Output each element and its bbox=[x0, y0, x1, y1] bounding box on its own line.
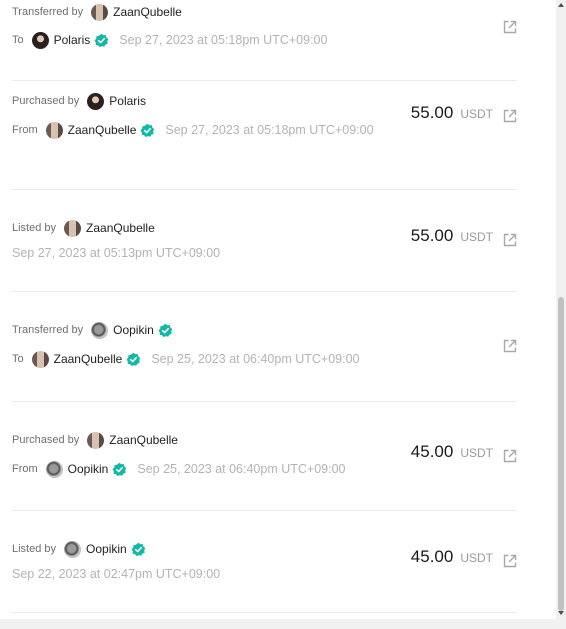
verified-badge-icon bbox=[140, 123, 155, 137]
user-name-link[interactable]: ZaanQubelle bbox=[113, 5, 182, 19]
price-currency: USDT bbox=[460, 230, 493, 244]
verified-badge-icon bbox=[94, 33, 109, 47]
price-currency: USDT bbox=[460, 107, 493, 121]
activity-actor-line: Purchased by ZaanQubelle bbox=[12, 431, 178, 449]
activity-counterparty-line: To Polaris Sep 27, 2023 at 05:18pm UTC+09:… bbox=[12, 31, 328, 49]
activity-type-label: Listed by bbox=[12, 222, 57, 234]
activity-type-label: Transferred by bbox=[12, 324, 84, 336]
avatar[interactable] bbox=[91, 3, 109, 21]
activity-date-line: Sep 27, 2023 at 05:13pm UTC+09:00 bbox=[12, 245, 220, 261]
user-name-link[interactable]: Polaris bbox=[54, 33, 91, 47]
activity-row: Transferred by ZaanQubelle To Polaris Sep 27… bbox=[12, 0, 517, 81]
user-name-link[interactable]: Oopikin bbox=[113, 323, 154, 337]
activity-type-label: Purchased by bbox=[12, 434, 80, 446]
activity-timestamp: Sep 27, 2023 at 05:13pm UTC+09:00 bbox=[12, 246, 221, 260]
avatar[interactable] bbox=[87, 431, 105, 449]
verified-badge-icon bbox=[112, 462, 127, 476]
counterparty-label: From bbox=[12, 463, 38, 475]
scrollbar-thumb[interactable] bbox=[558, 297, 564, 611]
activity-timestamp: Sep 27, 2023 at 05:18pm UTC+09:00 bbox=[165, 123, 374, 137]
avatar[interactable] bbox=[64, 540, 82, 558]
external-link-icon[interactable] bbox=[503, 20, 517, 34]
avatar[interactable] bbox=[31, 31, 49, 49]
price-display: 45.00 USDT bbox=[411, 442, 493, 462]
activity-actor-line: Listed by ZaanQubelle bbox=[12, 219, 155, 237]
price-display: 45.00 USDT bbox=[411, 547, 493, 567]
verified-badge-icon bbox=[131, 542, 145, 556]
activity-actor-line: Purchased by Polaris bbox=[12, 92, 146, 110]
activity-date-line: Sep 22, 2023 at 02:47pm UTC+09:00 bbox=[12, 566, 220, 582]
price-amount: 45.00 bbox=[410, 547, 454, 566]
activity-timestamp: Sep 22, 2023 at 02:47pm UTC+09:00 bbox=[12, 567, 221, 581]
user-name-link[interactable]: ZaanQubelle bbox=[54, 352, 123, 366]
price-currency: USDT bbox=[460, 446, 493, 460]
activity-counterparty-line: From Oopikin Sep 25, 2023 at 06:40pm UTC+0… bbox=[12, 460, 346, 478]
avatar[interactable] bbox=[64, 219, 82, 237]
activity-row: Listed by ZaanQubelle Sep 27, 2023 at 05:1… bbox=[12, 190, 517, 292]
avatar[interactable] bbox=[45, 460, 63, 478]
activity-type-label: Purchased by bbox=[12, 95, 80, 107]
external-link-icon[interactable] bbox=[503, 339, 517, 353]
activity-actor-line: Listed by Oopikin bbox=[12, 540, 156, 558]
price-display: 55.00 USDT bbox=[411, 103, 493, 123]
avatar[interactable] bbox=[31, 350, 49, 368]
activity-row: Listed by Oopikin Sep 22, 2023 at 02:47pm … bbox=[12, 511, 517, 613]
horizontal-scrollbar[interactable] bbox=[0, 619, 566, 629]
counterparty-label: To bbox=[12, 353, 24, 365]
counterparty-label: From bbox=[12, 124, 38, 136]
user-name-link[interactable]: ZaanQubelle bbox=[68, 123, 137, 137]
scroll-down-arrow-icon[interactable] bbox=[557, 609, 565, 617]
price-display: 55.00 USDT bbox=[411, 226, 493, 246]
external-link-icon[interactable] bbox=[503, 449, 517, 463]
price-amount: 55.00 bbox=[410, 226, 454, 245]
activity-row: Transferred by Oopikin To ZaanQubelle Sep 25… bbox=[12, 292, 517, 402]
price-amount: 55.00 bbox=[410, 103, 454, 122]
user-name-link[interactable]: Oopikin bbox=[68, 462, 109, 476]
user-name-link[interactable]: Polaris bbox=[109, 94, 146, 108]
avatar[interactable] bbox=[87, 92, 105, 110]
activity-counterparty-line: From ZaanQubelle Sep 27, 2023 at 05:18pm U… bbox=[12, 121, 374, 139]
activity-type-label: Transferred by bbox=[12, 6, 84, 18]
avatar[interactable] bbox=[91, 321, 109, 339]
activity-type-label: Listed by bbox=[12, 543, 57, 555]
external-link-icon[interactable] bbox=[503, 233, 517, 247]
price-currency: USDT bbox=[460, 551, 493, 565]
external-link-icon[interactable] bbox=[503, 109, 517, 123]
user-name-link[interactable]: Oopikin bbox=[86, 542, 127, 556]
verified-badge-icon bbox=[158, 323, 173, 337]
activity-timestamp: Sep 27, 2023 at 05:18pm UTC+09:00 bbox=[119, 33, 328, 47]
activity-actor-line: Transferred by Oopikin bbox=[12, 321, 183, 339]
vertical-scrollbar[interactable] bbox=[556, 0, 566, 629]
price-amount: 45.00 bbox=[410, 442, 454, 461]
activity-actor-line: Transferred by ZaanQubelle bbox=[12, 3, 182, 21]
scroll-up-arrow-icon[interactable] bbox=[557, 1, 565, 9]
user-name-link[interactable]: ZaanQubelle bbox=[86, 221, 155, 235]
activity-timestamp: Sep 25, 2023 at 06:40pm UTC+09:00 bbox=[137, 462, 346, 476]
activity-timestamp: Sep 25, 2023 at 06:40pm UTC+09:00 bbox=[151, 352, 360, 366]
counterparty-label: To bbox=[12, 34, 24, 46]
user-name-link[interactable]: ZaanQubelle bbox=[109, 433, 178, 447]
external-link-icon[interactable] bbox=[503, 554, 517, 568]
verified-badge-icon bbox=[126, 352, 141, 366]
avatar[interactable] bbox=[45, 121, 63, 139]
activity-row: Purchased by ZaanQubelle From Oopikin Sep 25… bbox=[12, 402, 517, 511]
activity-list: Transferred by ZaanQubelle To Polaris Sep 27… bbox=[0, 0, 556, 613]
activity-counterparty-line: To ZaanQubelle Sep 25, 2023 at 06:40pm UTC… bbox=[12, 350, 360, 368]
activity-row: Purchased by Polaris From ZaanQubelle Sep 27… bbox=[12, 81, 517, 190]
